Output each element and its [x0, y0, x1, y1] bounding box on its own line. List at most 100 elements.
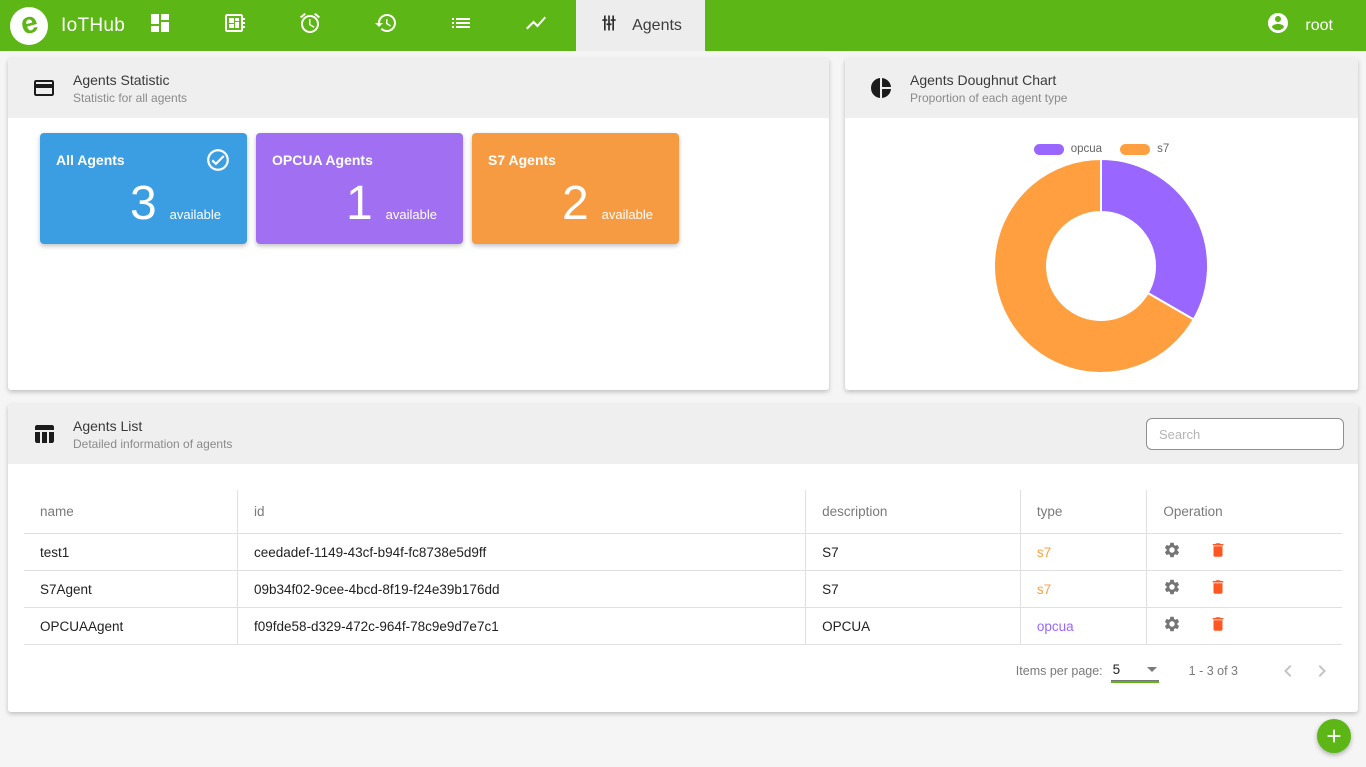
top-navbar: e IoTHub Agents root: [0, 0, 1366, 51]
cell-id: 09b34f02-9cee-4bcd-8f19-f24e39b176dd: [238, 571, 806, 608]
cell-operation: [1147, 608, 1342, 645]
cell-type: s7: [1020, 571, 1147, 608]
gear-icon: [1163, 615, 1181, 636]
cell-operation: [1147, 571, 1342, 608]
dashboard-icon: [148, 11, 172, 40]
trash-icon: [1209, 578, 1227, 599]
trash-icon: [1209, 541, 1227, 562]
cell-description: OPCUA: [806, 608, 1021, 645]
stat-tile-label: All Agents: [56, 147, 125, 168]
agents-list-title: Agents List: [73, 418, 232, 434]
delete-agent-button[interactable]: [1209, 616, 1227, 634]
column-header-operation: Operation: [1147, 490, 1342, 534]
alarm-icon: [298, 11, 322, 40]
agents-doughnut-card: Agents Doughnut Chart Proportion of each…: [845, 58, 1358, 390]
paginator: Items per page: 5 1 - 3 of 3: [8, 659, 1334, 683]
cell-name: S7Agent: [24, 571, 238, 608]
doughnut-chart: [981, 146, 1221, 386]
agents-statistic-subtitle: Statistic for all agents: [73, 91, 187, 105]
cell-id: f09fde58-d329-472c-964f-78c9e9d7e7c1: [238, 608, 806, 645]
agents-statistic-header: Agents Statistic Statistic for all agent…: [8, 58, 829, 118]
user-menu[interactable]: root: [1266, 0, 1333, 51]
cell-name: OPCUAAgent: [24, 608, 238, 645]
tab-agents[interactable]: Agents: [576, 0, 705, 51]
agents-list-subtitle: Detailed information of agents: [73, 437, 232, 451]
developer-board-nav-button[interactable]: [223, 14, 247, 38]
sliders-icon: [599, 13, 619, 38]
pie-chart-icon: [869, 76, 893, 100]
stat-tile-unit: available: [170, 207, 221, 222]
column-header-name: name: [24, 490, 238, 534]
items-per-page-value: 5: [1113, 662, 1121, 677]
edit-agent-button[interactable]: [1163, 616, 1181, 634]
cell-id: ceedadef-1149-43cf-b94f-fc8738e5d9ff: [238, 534, 806, 571]
stat-tile-s7-agents: S7 Agents 2 available: [472, 133, 679, 244]
stat-tile-unit: available: [386, 207, 437, 222]
edit-agent-button[interactable]: [1163, 542, 1181, 560]
gear-icon: [1163, 578, 1181, 599]
add-agent-button[interactable]: [1317, 719, 1351, 753]
developer-board-icon: [223, 11, 247, 40]
previous-page-button[interactable]: [1276, 659, 1300, 683]
chart-icon: [524, 11, 548, 40]
check-circle-icon: [205, 147, 231, 178]
column-header-type: type: [1020, 490, 1147, 534]
table-row: S7Agent09b34f02-9cee-4bcd-8f19-f24e39b17…: [24, 571, 1342, 608]
agents-list-header: Agents List Detailed information of agen…: [8, 404, 1358, 464]
agents-doughnut-header: Agents Doughnut Chart Proportion of each…: [845, 58, 1358, 118]
search-input[interactable]: [1146, 418, 1344, 450]
chart-nav-button[interactable]: [524, 14, 548, 38]
agents-table: nameiddescriptiontypeOperationtest1ceeda…: [24, 490, 1342, 645]
app-title: IoTHub: [61, 15, 125, 37]
cell-description: S7: [806, 571, 1021, 608]
stat-tile-label: S7 Agents: [488, 147, 556, 168]
gear-icon: [1163, 541, 1181, 562]
account-circle-icon: [1266, 11, 1290, 40]
list-nav-button[interactable]: [449, 14, 473, 38]
history-nav-button[interactable]: [374, 14, 398, 38]
cell-name: test1: [24, 534, 238, 571]
stat-tile-value: 1: [346, 180, 373, 228]
caret-down-icon: [1147, 667, 1157, 672]
items-per-page-label: Items per page:: [1016, 664, 1103, 678]
delete-agent-button[interactable]: [1209, 579, 1227, 597]
stat-tiles: All Agents3 available OPCUA Agents 1 availab…: [40, 133, 829, 244]
stat-tile-opcua-agents: OPCUA Agents 1 available: [256, 133, 463, 244]
user-name: root: [1305, 17, 1333, 35]
agents-list-card: Agents List Detailed information of agen…: [8, 404, 1358, 712]
table-row: test1ceedadef-1149-43cf-b94f-fc8738e5d9f…: [24, 534, 1342, 571]
dashboard-nav-button[interactable]: [148, 14, 172, 38]
doughnut-slice-opcua: [1101, 159, 1208, 320]
cell-type: s7: [1020, 534, 1147, 571]
stat-tile-all-agents: All Agents3 available: [40, 133, 247, 244]
items-per-page-select[interactable]: 5: [1111, 662, 1159, 681]
table-icon: [32, 422, 56, 446]
alarm-nav-button[interactable]: [298, 14, 322, 38]
page-range-label: 1 - 3 of 3: [1189, 664, 1238, 678]
app-logo[interactable]: e IoTHub: [10, 0, 125, 51]
agents-statistic-card: Agents Statistic Statistic for all agent…: [8, 58, 829, 390]
column-header-id: id: [238, 490, 806, 534]
history-icon: [374, 11, 398, 40]
delete-agent-button[interactable]: [1209, 542, 1227, 560]
edit-agent-button[interactable]: [1163, 579, 1181, 597]
trash-icon: [1209, 615, 1227, 636]
column-header-description: description: [806, 490, 1021, 534]
navbar-icon-group: [148, 0, 548, 51]
agents-statistic-title: Agents Statistic: [73, 72, 187, 88]
cell-type: opcua: [1020, 608, 1147, 645]
cell-description: S7: [806, 534, 1021, 571]
stat-tile-label: OPCUA Agents: [272, 147, 373, 168]
stat-tile-value: 2: [562, 180, 589, 228]
stat-tile-value: 3: [130, 180, 157, 228]
logo-icon: e: [10, 7, 48, 45]
next-page-button[interactable]: [1310, 659, 1334, 683]
table-header-row: nameiddescriptiontypeOperation: [24, 490, 1342, 534]
cell-operation: [1147, 534, 1342, 571]
agents-doughnut-title: Agents Doughnut Chart: [910, 72, 1067, 88]
logo-letter: e: [17, 7, 41, 40]
stat-tile-unit: available: [602, 207, 653, 222]
tab-agents-label: Agents: [632, 17, 682, 35]
credit-card-icon: [32, 76, 56, 100]
table-row: OPCUAAgentf09fde58-d329-472c-964f-78c9e9…: [24, 608, 1342, 645]
